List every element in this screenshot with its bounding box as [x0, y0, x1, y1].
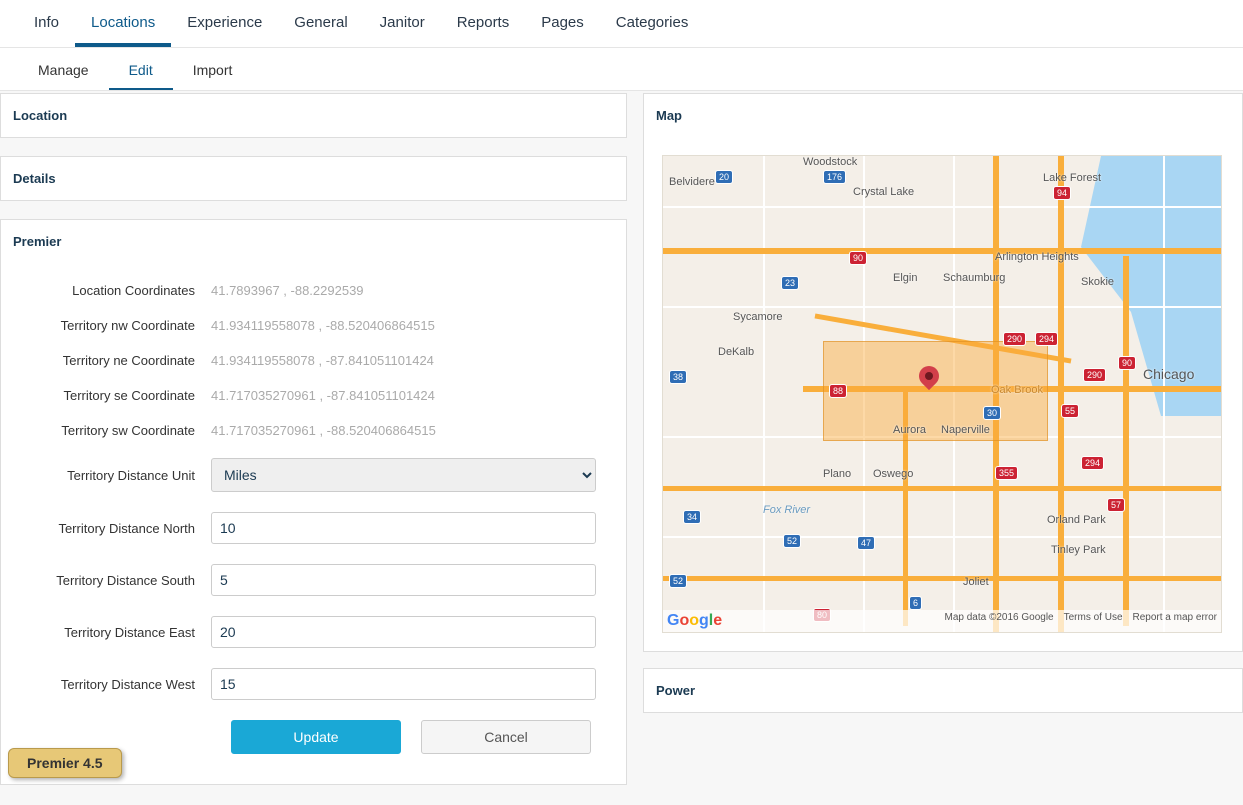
- shield-88: 88: [829, 384, 847, 398]
- panel-power: Power: [643, 668, 1243, 713]
- city-woodstock: Woodstock: [803, 156, 857, 168]
- shield-176: 176: [823, 170, 846, 184]
- shield-90: 90: [849, 251, 867, 265]
- shield-6: 6: [909, 596, 922, 610]
- panel-map: Map Woodstock Belvidere Lake Forest Crys…: [643, 93, 1243, 652]
- input-distance-north[interactable]: [211, 512, 596, 544]
- input-distance-east[interactable]: [211, 616, 596, 648]
- value-nw-coord: 41.934119558078 , -88.520406864515: [211, 318, 596, 333]
- shield-47: 47: [857, 536, 875, 550]
- label-ne-coord: Territory ne Coordinate: [31, 353, 211, 368]
- tab-pages[interactable]: Pages: [525, 0, 600, 47]
- map-report-link[interactable]: Report a map error: [1133, 612, 1217, 630]
- shield-294: 294: [1035, 332, 1058, 346]
- shield-55: 55: [1061, 404, 1079, 418]
- shield-355: 355: [995, 466, 1018, 480]
- city-oak-brook: Oak Brook: [991, 384, 1043, 396]
- map-footer: Google Map data ©2016 Google Terms of Us…: [663, 610, 1221, 632]
- label-distance-west: Territory Distance West: [31, 677, 211, 692]
- shield-90b: 90: [1118, 356, 1136, 370]
- label-sw-coord: Territory sw Coordinate: [31, 423, 211, 438]
- panel-location-header[interactable]: Location: [1, 94, 626, 137]
- panel-details: Details: [0, 156, 627, 201]
- google-logo: Google: [667, 612, 722, 630]
- panel-location: Location: [0, 93, 627, 138]
- label-distance-unit: Territory Distance Unit: [31, 468, 211, 483]
- tab-experience[interactable]: Experience: [171, 0, 278, 47]
- label-fox-river: Fox River: [763, 504, 810, 516]
- sub-tabs: Manage Edit Import: [0, 48, 1243, 91]
- city-schaumburg: Schaumburg: [943, 272, 1005, 284]
- tab-info[interactable]: Info: [18, 0, 75, 47]
- input-distance-west[interactable]: [211, 668, 596, 700]
- panel-power-header[interactable]: Power: [644, 669, 1242, 712]
- subtab-import[interactable]: Import: [173, 48, 253, 90]
- select-distance-unit[interactable]: Miles: [211, 458, 596, 492]
- city-plano: Plano: [823, 468, 851, 480]
- city-naperville: Naperville: [941, 424, 990, 436]
- tab-locations[interactable]: Locations: [75, 0, 171, 47]
- city-sycamore: Sycamore: [733, 311, 783, 323]
- shield-20: 20: [715, 170, 733, 184]
- shield-23: 23: [781, 276, 799, 290]
- city-lake-forest: Lake Forest: [1043, 172, 1101, 184]
- update-button[interactable]: Update: [231, 720, 401, 754]
- input-distance-south[interactable]: [211, 564, 596, 596]
- city-skokie: Skokie: [1081, 276, 1114, 288]
- city-chicago: Chicago: [1143, 366, 1194, 382]
- shield-94: 94: [1053, 186, 1071, 200]
- shield-290: 290: [1003, 332, 1026, 346]
- city-aurora: Aurora: [893, 424, 926, 436]
- shield-52: 52: [783, 534, 801, 548]
- city-arlington: Arlington Heights: [995, 251, 1079, 263]
- value-ne-coord: 41.934119558078 , -87.841051101424: [211, 353, 596, 368]
- city-dekalb: DeKalb: [718, 346, 754, 358]
- map-terms-link[interactable]: Terms of Use: [1064, 612, 1123, 630]
- label-distance-north: Territory Distance North: [31, 521, 211, 536]
- shield-52b: 52: [669, 574, 687, 588]
- shield-57: 57: [1107, 498, 1125, 512]
- panel-map-header[interactable]: Map: [644, 94, 1242, 137]
- shield-38: 38: [669, 370, 687, 384]
- map-canvas[interactable]: Woodstock Belvidere Lake Forest Crystal …: [662, 155, 1222, 633]
- value-sw-coord: 41.717035270961 , -88.520406864515: [211, 423, 596, 438]
- label-se-coord: Territory se Coordinate: [31, 388, 211, 403]
- shield-290b: 290: [1083, 368, 1106, 382]
- city-joliet: Joliet: [963, 576, 989, 588]
- shield-30: 30: [983, 406, 1001, 420]
- tab-categories[interactable]: Categories: [600, 0, 705, 47]
- tab-general[interactable]: General: [278, 0, 363, 47]
- shield-294b: 294: [1081, 456, 1104, 470]
- subtab-edit[interactable]: Edit: [109, 48, 173, 90]
- city-belvidere: Belvidere: [669, 176, 715, 188]
- panel-premier-header[interactable]: Premier: [1, 220, 626, 263]
- tab-reports[interactable]: Reports: [441, 0, 526, 47]
- value-se-coord: 41.717035270961 , -87.841051101424: [211, 388, 596, 403]
- label-distance-south: Territory Distance South: [31, 573, 211, 588]
- city-elgin: Elgin: [893, 272, 917, 284]
- label-nw-coord: Territory nw Coordinate: [31, 318, 211, 333]
- city-tinley-park: Tinley Park: [1051, 544, 1106, 556]
- top-nav: Info Locations Experience General Janito…: [0, 0, 1243, 48]
- shield-34: 34: [683, 510, 701, 524]
- value-location-coords: 41.7893967 , -88.2292539: [211, 283, 596, 298]
- label-distance-east: Territory Distance East: [31, 625, 211, 640]
- tab-janitor[interactable]: Janitor: [364, 0, 441, 47]
- map-data-text: Map data ©2016 Google: [944, 612, 1053, 630]
- city-orland-park: Orland Park: [1047, 514, 1106, 526]
- subtab-manage[interactable]: Manage: [18, 48, 109, 90]
- version-badge: Premier 4.5: [8, 748, 122, 778]
- cancel-button[interactable]: Cancel: [421, 720, 591, 754]
- city-oswego: Oswego: [873, 468, 913, 480]
- label-location-coords: Location Coordinates: [31, 283, 211, 298]
- city-crystal-lake: Crystal Lake: [853, 186, 914, 198]
- panel-details-header[interactable]: Details: [1, 157, 626, 200]
- panel-premier: Premier Location Coordinates 41.7893967 …: [0, 219, 627, 785]
